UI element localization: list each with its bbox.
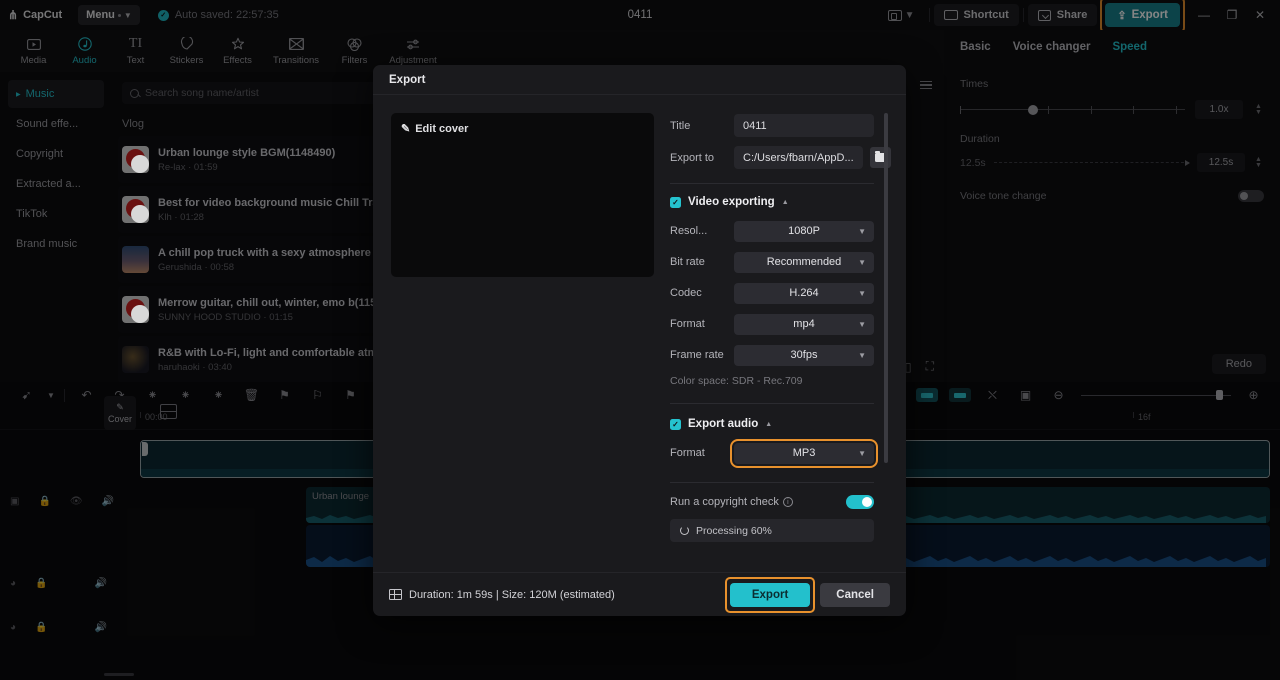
chevron-up-icon: ▲ [781,198,789,206]
chevron-up-icon: ▲ [765,420,773,428]
bitrate-value: Recommended [766,256,842,268]
video-exporting-label: Video exporting [688,196,775,208]
export-confirm-button[interactable]: Export [729,582,811,607]
pencil-icon: ✎ [401,123,411,135]
codec-value: H.264 [789,287,819,299]
export-confirm-wrapper: Export [724,576,816,613]
codec-row: Codec H.264 ▼ [670,282,874,304]
resolution-select[interactable]: 1080P ▼ [734,220,874,242]
spinner-icon [680,526,689,535]
copyright-check-label: Run a copyright check [670,496,779,508]
copyright-check-toggle[interactable] [846,495,874,509]
video-format-select[interactable]: mp4 ▼ [734,313,874,335]
resolution-label: Resol... [670,225,708,237]
title-label: Title [670,119,691,132]
info-icon[interactable]: i [782,497,793,507]
title-row: Title 0411 [670,113,874,138]
export-to-label: Export to [670,151,715,164]
copyright-check-label-wrap: Run a copyright check i [670,496,793,508]
video-format-label: Format [670,318,705,330]
title-input[interactable]: 0411 [734,114,874,137]
footer-actions: Export Cancel [724,576,890,613]
chevron-down-icon: ▼ [858,448,866,458]
bitrate-label: Bit rate [670,256,705,268]
chevron-down-icon: ▼ [858,319,866,329]
audio-format-label: Format [670,447,705,459]
export-audio-checkbox[interactable]: ✓ [670,418,681,430]
bitrate-select[interactable]: Recommended ▼ [734,251,874,273]
export-audio-header[interactable]: ✓ Export audio ▲ [670,418,874,430]
export-to-row: Export to C:/Users/fbarn/AppD... [670,145,891,170]
framerate-label: Frame rate [670,349,724,361]
chevron-down-icon: ▼ [858,226,866,236]
chevron-down-icon: ▼ [858,350,866,360]
resolution-row: Resol... 1080P ▼ [670,220,874,242]
codec-select[interactable]: H.264 ▼ [734,282,874,304]
duration-size-info: Duration: 1m 59s | Size: 120M (estimated… [389,589,615,601]
audio-format-value: MP3 [792,447,816,459]
capcut-window: ⋔ CapCut Menu ▼ ✓ Auto saved: 22:57:35 0… [0,0,1280,680]
edit-cover-label: Edit cover [415,122,469,135]
export-audio-label: Export audio [688,418,759,430]
edit-cover-button[interactable]: ✎ Edit cover [401,122,469,136]
chevron-down-icon: ▼ [858,257,866,267]
dialog-scrollbar[interactable] [884,113,888,463]
video-exporting-header[interactable]: ✓ Video exporting ▲ [670,196,874,208]
divider [670,403,874,404]
copyright-check-row: Run a copyright check i [670,495,874,509]
export-dialog: Export ✎ Edit cover Title 0411 Export to… [373,65,906,616]
video-format-value: mp4 [793,318,815,330]
duration-size-text: Duration: 1m 59s | Size: 120M (estimated… [409,588,615,601]
chevron-down-icon: ▼ [858,288,866,298]
cancel-button[interactable]: Cancel [820,582,890,607]
processing-text: Processing 60% [696,524,772,537]
film-icon [389,588,402,601]
audio-format-select[interactable]: MP3 ▼ [730,438,878,468]
divider [670,183,874,184]
cover-preview[interactable]: ✎ Edit cover [391,113,654,277]
color-space-text: Color space: SDR - Rec.709 [670,375,803,387]
resolution-value: 1080P [788,225,820,237]
export-to-input[interactable]: C:/Users/fbarn/AppD... [734,146,863,169]
video-exporting-checkbox[interactable]: ✓ [670,196,681,208]
framerate-select[interactable]: 30fps ▼ [734,344,874,366]
dialog-title: Export [373,65,906,95]
bitrate-row: Bit rate Recommended ▼ [670,251,874,273]
export-form: Title 0411 Export to C:/Users/fbarn/AppD… [670,113,891,572]
framerate-value: 30fps [790,349,818,361]
dialog-footer: Duration: 1m 59s | Size: 120M (estimated… [373,572,906,616]
framerate-row: Frame rate 30fps ▼ [670,344,874,366]
divider [670,482,874,483]
codec-label: Codec [670,287,702,299]
copyright-processing-status: Processing 60% [670,519,874,542]
video-format-row: Format mp4 ▼ [670,313,874,335]
audio-format-row: Format MP3 ▼ [670,438,878,468]
dialog-body: ✎ Edit cover Title 0411 Export to C:/Use… [373,95,906,572]
